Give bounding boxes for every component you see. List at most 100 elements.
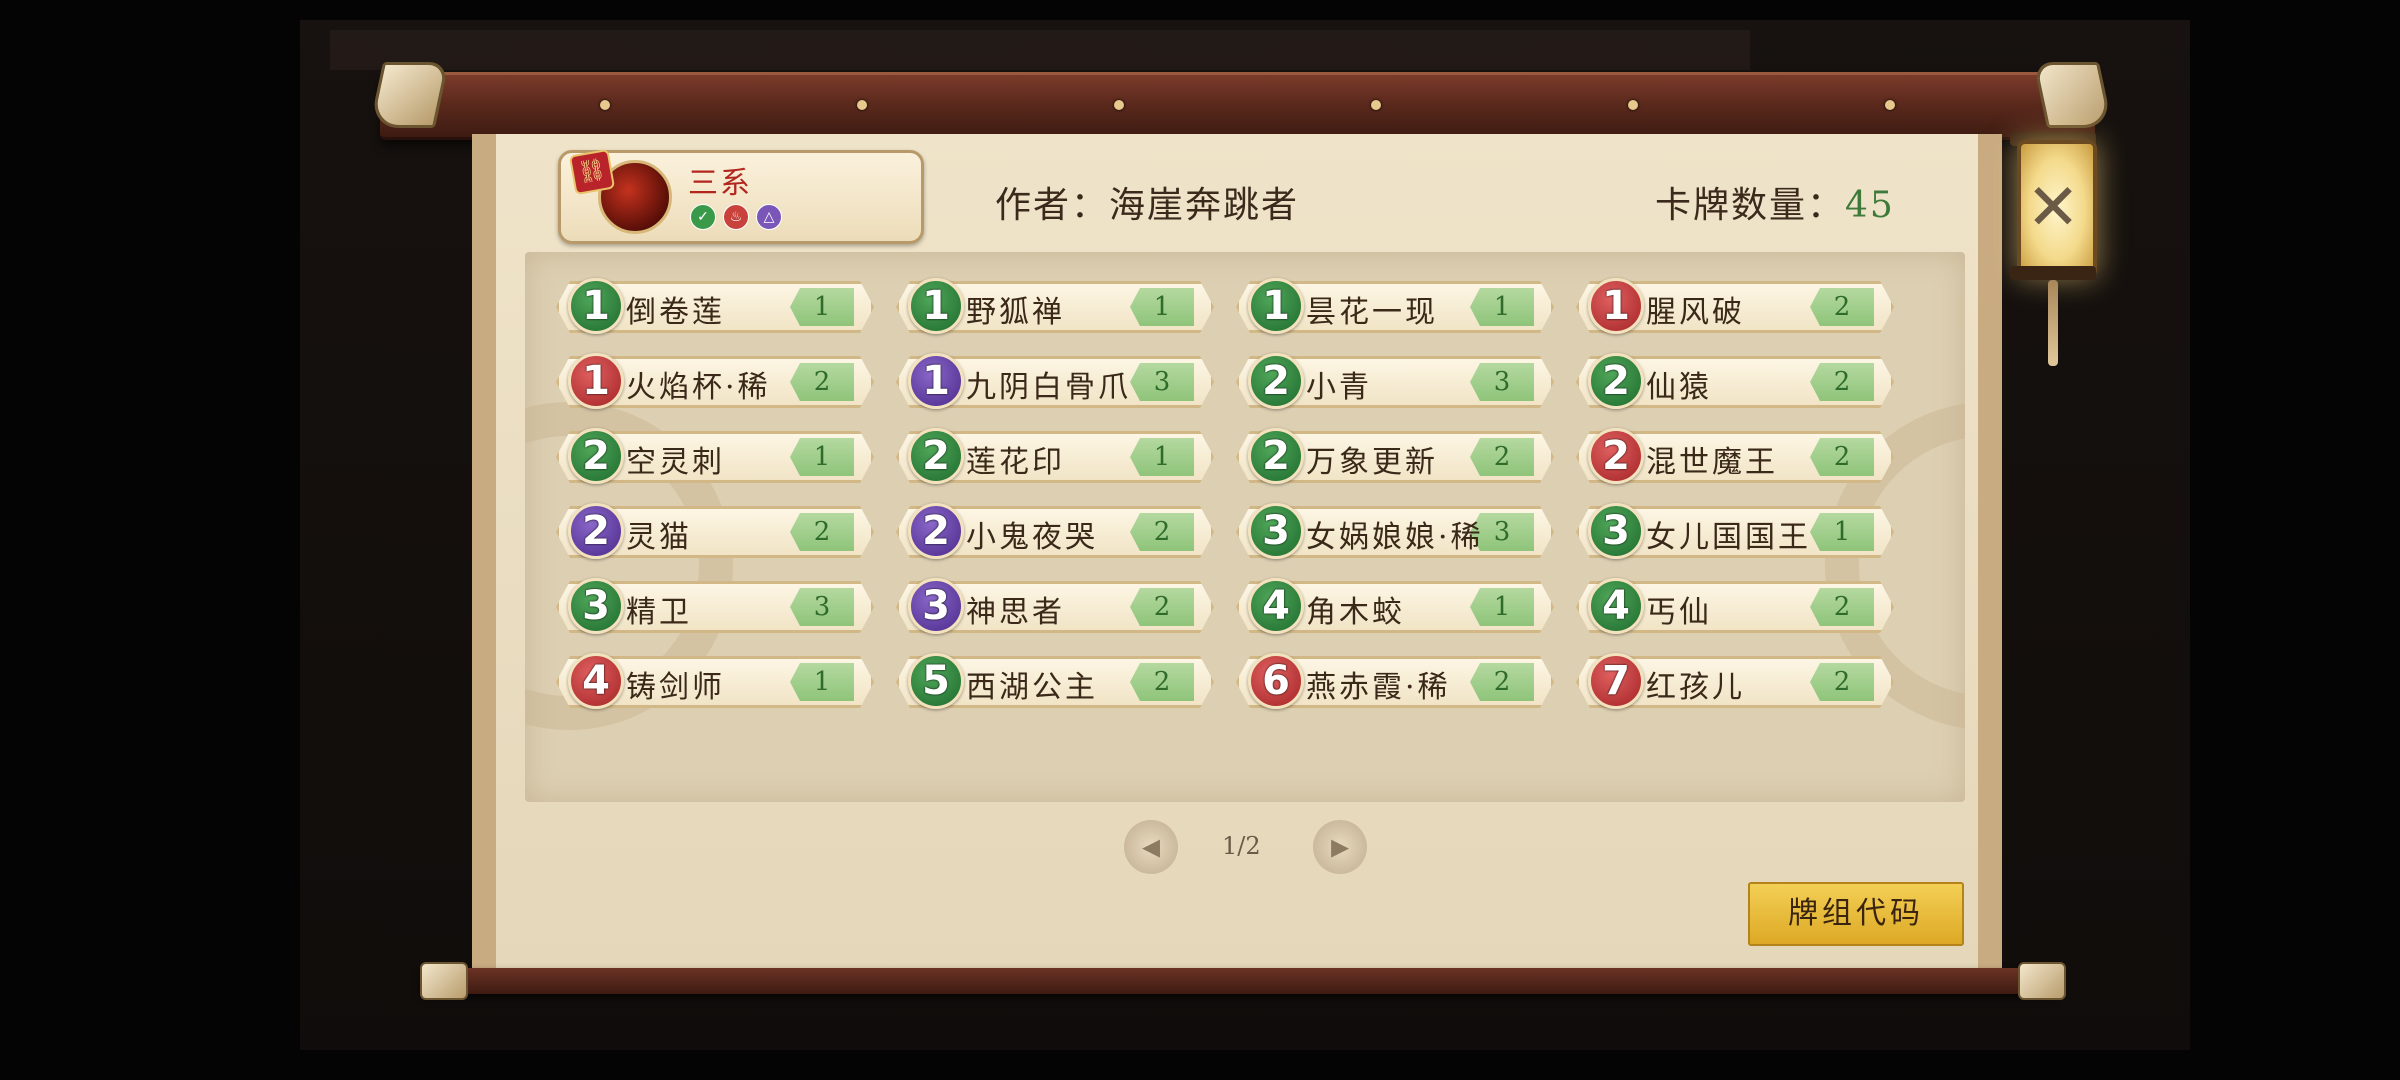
card-cost: 4 — [1248, 578, 1304, 634]
card-cost: 1 — [1248, 278, 1304, 334]
card-cost: 4 — [1588, 578, 1644, 634]
card-cost: 3 — [1588, 503, 1644, 559]
card-quantity: 1 — [1470, 288, 1534, 326]
card-cost: 7 — [1588, 653, 1644, 709]
lantern-base — [2010, 266, 2096, 280]
card-name: 莲花印 — [966, 445, 1065, 480]
card-name: 仙猿 — [1646, 370, 1712, 405]
scroll-rod-cap-right — [2032, 62, 2114, 128]
rod-stud — [857, 100, 867, 110]
card-quantity: 2 — [1130, 663, 1194, 701]
card-name: 铸剑师 — [626, 670, 725, 705]
card-name: 小鬼夜哭 — [966, 520, 1098, 555]
card-name: 精卫 — [626, 595, 692, 630]
lantern-tassel — [2048, 280, 2058, 366]
card-name: 混世魔王 — [1646, 445, 1778, 480]
card-name: 燕赤霞·稀 — [1306, 670, 1451, 705]
card-name: 万象更新 — [1306, 445, 1438, 480]
card-cost: 2 — [1248, 428, 1304, 484]
card-quantity: 1 — [1470, 588, 1534, 626]
card-quantity: 3 — [790, 588, 854, 626]
card-cost: 1 — [568, 278, 624, 334]
card-quantity: 2 — [1470, 663, 1534, 701]
card-quantity: 1 — [1130, 288, 1194, 326]
scroll-bottom-rod — [420, 968, 2055, 994]
card-name: 倒卷莲 — [626, 295, 725, 330]
card-quantity: 2 — [1810, 588, 1874, 626]
card-quantity: 2 — [1810, 288, 1874, 326]
card-cost: 2 — [908, 503, 964, 559]
card-cost: 2 — [1588, 428, 1644, 484]
fire-element-icon: ♨ — [723, 204, 749, 230]
swirl-left-arrow-icon[interactable]: ◂ — [1124, 820, 1178, 874]
card-quantity: 1 — [1810, 513, 1874, 551]
card-quantity: 2 — [790, 513, 854, 551]
card-name: 腥风破 — [1646, 295, 1745, 330]
background-tab-strip — [330, 30, 1750, 70]
card-quantity: 2 — [1130, 513, 1194, 551]
card-name: 丐仙 — [1646, 595, 1712, 630]
card-name: 灵猫 — [626, 520, 692, 555]
card-cost: 1 — [908, 353, 964, 409]
card-cost: 4 — [568, 653, 624, 709]
card-quantity: 2 — [1130, 588, 1194, 626]
swirl-right-arrow-icon[interactable]: ▸ — [1313, 820, 1367, 874]
card-count: 卡牌数量：45 — [1655, 176, 1895, 228]
card-count-label: 卡牌数量： — [1655, 185, 1846, 226]
card-quantity: 2 — [1810, 363, 1874, 401]
deck-code-button[interactable]: 牌组代码 — [1748, 882, 1964, 946]
card-quantity: 2 — [1470, 438, 1534, 476]
card-name: 空灵刺 — [626, 445, 725, 480]
card-name: 九阴白骨爪 — [966, 370, 1131, 405]
card-name: 女儿国国王 — [1646, 520, 1811, 555]
card-quantity: 3 — [1470, 363, 1534, 401]
card-cost: 2 — [908, 428, 964, 484]
card-quantity: 2 — [1810, 438, 1874, 476]
scroll-rod-cap-left — [368, 62, 450, 128]
card-name: 野狐禅 — [966, 295, 1065, 330]
card-name: 昙花一现 — [1306, 295, 1438, 330]
rod-stud — [1114, 100, 1124, 110]
deck-name: 三系 — [688, 166, 752, 201]
card-name: 女娲娘娘·稀 — [1306, 520, 1484, 555]
rod-stud — [1371, 100, 1381, 110]
card-quantity: 2 — [1810, 663, 1874, 701]
card-quantity: 1 — [790, 438, 854, 476]
card-cost: 3 — [908, 578, 964, 634]
mystic-element-icon: △ — [756, 204, 782, 230]
card-name: 火焰杯·稀 — [626, 370, 771, 405]
card-name: 红孩儿 — [1646, 670, 1745, 705]
scroll-top-rod — [380, 72, 2095, 140]
card-quantity: 2 — [790, 363, 854, 401]
card-cost: 5 — [908, 653, 964, 709]
rod-stud — [1885, 100, 1895, 110]
card-cost: 6 — [1248, 653, 1304, 709]
card-cost: 3 — [568, 578, 624, 634]
card-name: 西湖公主 — [966, 670, 1098, 705]
card-cost: 1 — [908, 278, 964, 334]
scroll-bottom-cap-left — [420, 962, 468, 1000]
author-label: 作者： — [995, 185, 1110, 226]
card-cost: 2 — [568, 428, 624, 484]
card-name: 小青 — [1306, 370, 1372, 405]
card-cost: 1 — [568, 353, 624, 409]
chain-link-icon: ⛓ — [568, 148, 616, 196]
card-quantity: 1 — [790, 288, 854, 326]
deck-author: 作者：海崖奔跳者 — [995, 176, 1299, 228]
card-quantity: 1 — [1130, 438, 1194, 476]
card-cost: 3 — [1248, 503, 1304, 559]
card-quantity: 1 — [790, 663, 854, 701]
author-name: 海崖奔跳者 — [1109, 185, 1300, 226]
card-cost: 1 — [1588, 278, 1644, 334]
card-name: 神思者 — [966, 595, 1065, 630]
card-cost: 2 — [568, 503, 624, 559]
card-quantity: 3 — [1130, 363, 1194, 401]
card-name: 角木蛟 — [1306, 595, 1405, 630]
rod-stud — [600, 100, 610, 110]
page-indicator: 1/2 — [1222, 832, 1261, 860]
card-cost: 2 — [1248, 353, 1304, 409]
close-x-icon[interactable]: ✕ — [2017, 158, 2089, 258]
rod-stud — [1628, 100, 1638, 110]
card-cost: 2 — [1588, 353, 1644, 409]
scroll-bottom-cap-right — [2018, 962, 2066, 1000]
